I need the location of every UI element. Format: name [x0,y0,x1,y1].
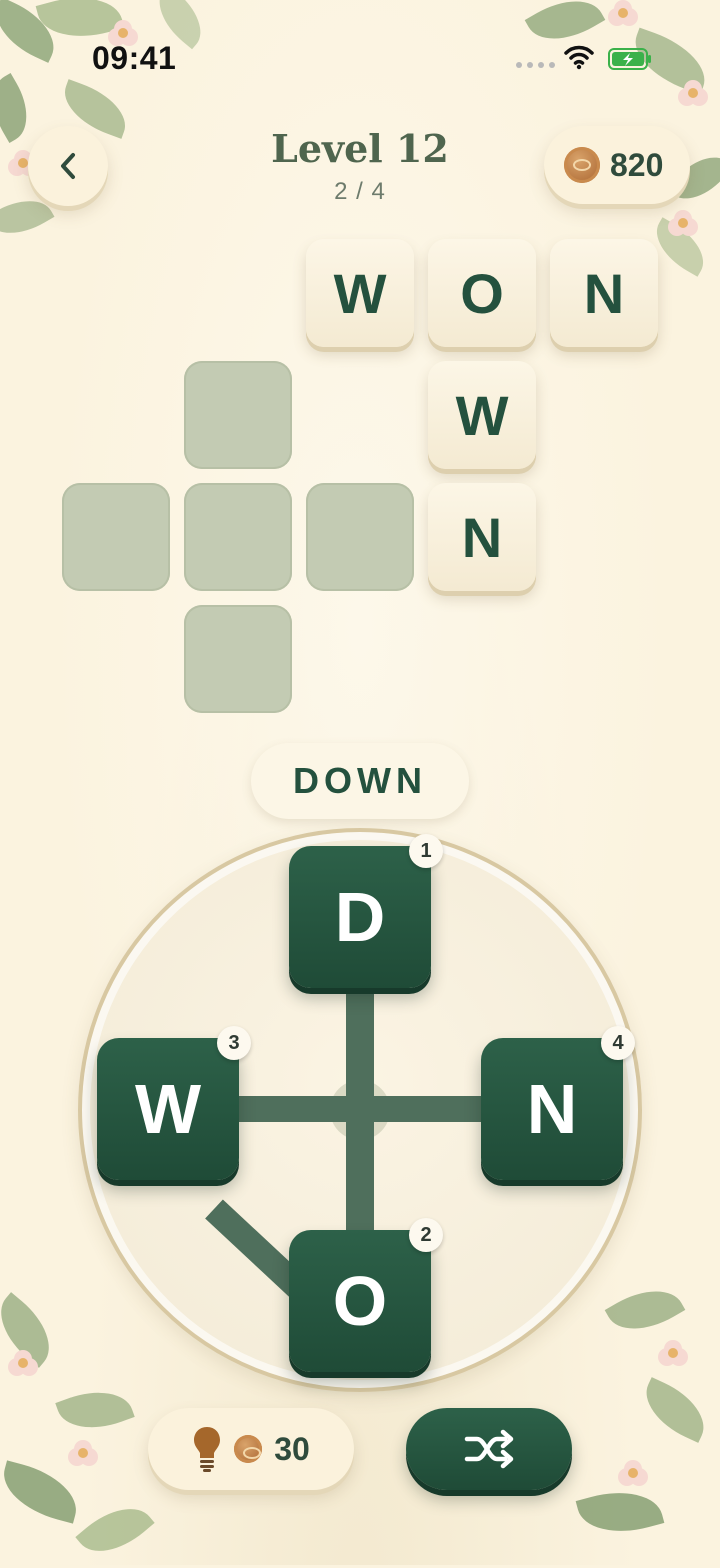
letter-button-d[interactable]: D 1 [289,834,443,988]
swipe-path [238,1096,482,1122]
grid-tile: N [550,239,658,347]
letter: W [134,1070,202,1148]
letter-button-n[interactable]: N 4 [481,1026,635,1180]
grid-tile: O [428,239,536,347]
coin-icon [234,1435,263,1463]
letter: N [526,1070,578,1148]
grid-tile-empty [184,605,292,713]
grid-tile: N [428,483,536,591]
letter-order-badge: 3 [217,1026,251,1060]
coin-count: 820 [610,146,664,183]
hint-cost: 30 [274,1430,310,1467]
letter: O [332,1262,388,1340]
letter: D [334,878,386,956]
status-time: 09:41 [92,40,177,76]
letter-button-w[interactable]: W 3 [97,1026,251,1180]
grid-tile-empty [184,361,292,469]
letter-order-badge: 4 [601,1026,635,1060]
letter-order-badge: 2 [409,1218,443,1252]
coin-balance[interactable]: 820 [544,126,690,204]
current-word: DOWN [251,743,469,819]
hint-button[interactable]: 30 [148,1408,354,1490]
grid-tile: W [306,239,414,347]
wifi-icon [564,45,594,70]
letter-button-o[interactable]: O 2 [289,1218,443,1372]
grid-tile: W [428,361,536,469]
grid-tile-empty [184,483,292,591]
shuffle-icon [464,1429,514,1469]
letter-order-badge: 1 [409,834,443,868]
cellular-signal-icon [516,62,555,68]
shuffle-button[interactable] [406,1408,572,1490]
grid-tile-empty [306,483,414,591]
grid-tile-empty [62,483,170,591]
coin-icon [564,147,600,183]
lightbulb-icon [194,1427,221,1472]
battery-charging-icon [608,48,651,70]
